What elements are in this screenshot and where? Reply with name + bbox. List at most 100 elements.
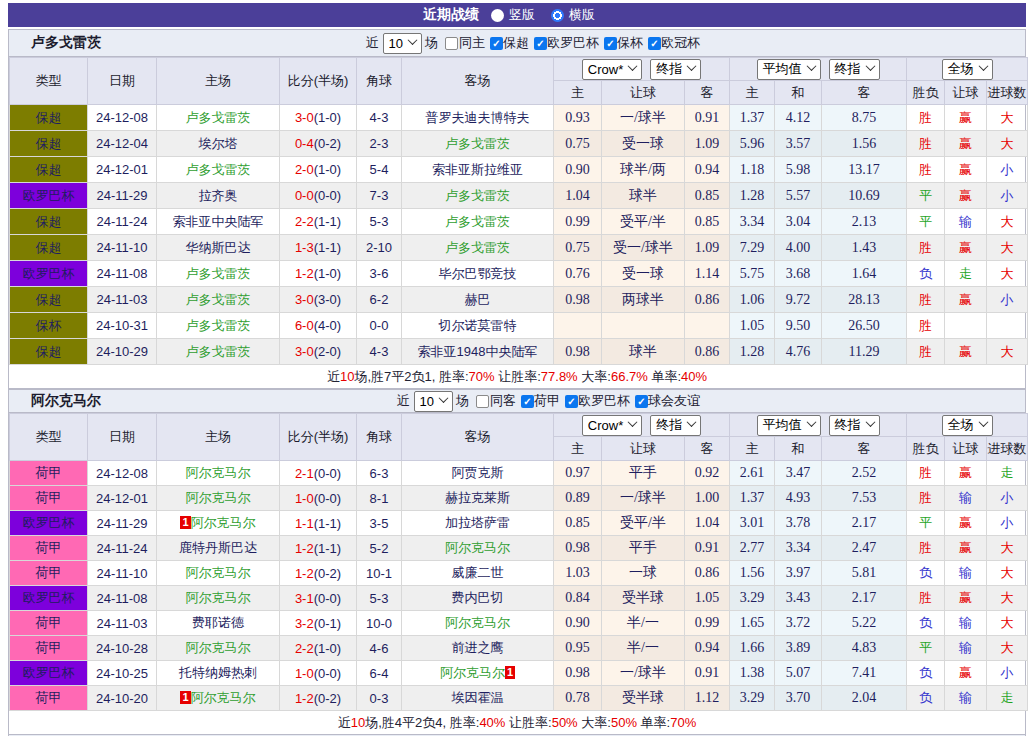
result-goals: 走: [987, 461, 1028, 486]
away-team[interactable]: 卢多戈雷茨: [402, 131, 554, 157]
home-team[interactable]: 1阿尔克马尔: [157, 686, 280, 711]
home-team[interactable]: 费耶诺德: [157, 611, 280, 636]
odds-away: 0.99: [685, 611, 730, 636]
league-checkbox[interactable]: ✓: [635, 395, 648, 408]
corner-score: 5-3: [357, 209, 402, 235]
odds-handicap: 一/球半: [602, 486, 685, 511]
away-team[interactable]: 前进之鹰: [402, 636, 554, 661]
col-odds-home: 主: [554, 437, 602, 461]
league-checkbox[interactable]: ✓: [490, 37, 503, 50]
col-type: 类型: [10, 414, 88, 461]
home-team[interactable]: 阿尔克马尔: [157, 561, 280, 586]
away-team[interactable]: 索非亚斯拉维亚: [402, 157, 554, 183]
avg-draw: 5.98: [775, 157, 822, 183]
section-header: 阿尔克马尔 近 10 场 同客✓荷甲✓欧罗巴杯✓球会友谊: [9, 390, 1025, 413]
home-team[interactable]: 索非亚中央陆军: [157, 209, 280, 235]
result-goals: 大: [987, 235, 1028, 261]
result-win-lose: 胜: [907, 536, 945, 561]
scope-select[interactable]: 全场: [942, 59, 993, 80]
same-venue-label: 同主: [459, 34, 485, 52]
league-checkbox-label: 荷甲: [534, 392, 560, 410]
company-select[interactable]: Crow*: [582, 59, 642, 80]
away-team[interactable]: 毕尔巴鄂竞技: [402, 261, 554, 287]
final-odds-select[interactable]: 终指: [650, 59, 701, 80]
home-team[interactable]: 阿尔克马尔: [157, 486, 280, 511]
league-checkbox-label: 欧冠杯: [661, 34, 700, 52]
league-checkbox[interactable]: ✓: [648, 37, 661, 50]
col-result-handicap: 让球: [945, 81, 987, 105]
league-checkbox[interactable]: ✓: [604, 37, 617, 50]
corner-score: 0-0: [357, 313, 402, 339]
chevron-down-icon: [408, 35, 418, 45]
home-team[interactable]: 1阿尔克马尔: [157, 511, 280, 536]
away-team[interactable]: 普罗夫迪夫博特夫: [402, 105, 554, 131]
home-team[interactable]: 卢多戈雷茨: [157, 313, 280, 339]
match-row: 荷甲 24-11-10 阿尔克马尔 1-2(0-2) 10-1 威廉二世 1.0…: [10, 561, 1028, 586]
league-badge: 欧罗巴杯: [10, 261, 88, 287]
avg-away: 7.41: [822, 661, 907, 686]
home-team[interactable]: 华纳斯巴达: [157, 235, 280, 261]
away-team[interactable]: 阿尔克马尔: [402, 536, 554, 561]
corner-score: 6-4: [357, 661, 402, 686]
radio-horizontal[interactable]: 横版: [551, 6, 595, 24]
league-checkbox[interactable]: ✓: [521, 395, 534, 408]
league-checkbox[interactable]: ✓: [534, 37, 547, 50]
home-team[interactable]: 卢多戈雷茨: [157, 287, 280, 313]
scope-select[interactable]: 全场: [942, 415, 993, 436]
odds-away: 1.09: [685, 235, 730, 261]
away-team[interactable]: 阿尔克马尔: [402, 611, 554, 636]
away-team[interactable]: 埃因霍温: [402, 686, 554, 711]
home-team[interactable]: 阿尔克马尔: [157, 461, 280, 486]
team-name[interactable]: 阿尔克马尔: [31, 392, 101, 410]
average-select[interactable]: 平均值: [757, 415, 821, 436]
same-venue-checkbox[interactable]: [476, 395, 489, 408]
away-team[interactable]: 阿贾克斯: [402, 461, 554, 486]
home-team[interactable]: 卢多戈雷茨: [157, 339, 280, 365]
odds-home: 0.98: [554, 287, 602, 313]
away-team[interactable]: 威廉二世: [402, 561, 554, 586]
team-name[interactable]: 卢多戈雷茨: [31, 34, 101, 52]
away-team[interactable]: 切尔诺莫雷特: [402, 313, 554, 339]
result-handicap: 赢: [945, 287, 987, 313]
same-venue-checkbox[interactable]: [445, 37, 458, 50]
away-team[interactable]: 卢多戈雷茨: [402, 235, 554, 261]
home-team[interactable]: 卢多戈雷茨: [157, 157, 280, 183]
home-team[interactable]: 卢多戈雷茨: [157, 261, 280, 287]
odds-home: 0.98: [554, 536, 602, 561]
result-handicap: 赢: [945, 661, 987, 686]
away-team[interactable]: 索非亚1948中央陆军: [402, 339, 554, 365]
league-checkbox[interactable]: ✓: [565, 395, 578, 408]
games-count-select[interactable]: 10: [414, 391, 453, 412]
col-result: 胜负: [907, 437, 945, 461]
away-team[interactable]: 加拉塔萨雷: [402, 511, 554, 536]
games-count-select[interactable]: 10: [383, 33, 422, 54]
league-badge: 保超: [10, 105, 88, 131]
home-team[interactable]: 鹿特丹斯巴达: [157, 536, 280, 561]
home-team[interactable]: 卢多戈雷茨: [157, 105, 280, 131]
radio-horizontal-icon[interactable]: [551, 9, 564, 22]
home-team[interactable]: 阿尔克马尔: [157, 586, 280, 611]
radio-vertical[interactable]: 竖版: [491, 6, 535, 24]
result-win-lose: 负: [907, 661, 945, 686]
summary-text: 70%: [469, 369, 495, 384]
league-badge: 保杯: [10, 313, 88, 339]
avg-home: 1.28: [730, 183, 775, 209]
away-team[interactable]: 卢多戈雷茨: [402, 209, 554, 235]
away-team[interactable]: 赫巴: [402, 287, 554, 313]
final-odds-select[interactable]: 终指: [650, 415, 701, 436]
away-team[interactable]: 费内巴切: [402, 586, 554, 611]
home-team[interactable]: 托特纳姆热刺: [157, 661, 280, 686]
average-select[interactable]: 平均值: [757, 59, 821, 80]
summary-text: 66.7%: [611, 369, 648, 384]
away-team[interactable]: 阿尔克马尔1: [402, 661, 554, 686]
final-odds-select[interactable]: 终指: [829, 59, 880, 80]
home-team[interactable]: 阿尔克马尔: [157, 636, 280, 661]
final-odds-select[interactable]: 终指: [829, 415, 880, 436]
company-select[interactable]: Crow*: [582, 415, 642, 436]
avg-draw: 5.57: [775, 183, 822, 209]
home-team[interactable]: 埃尔塔: [157, 131, 280, 157]
away-team[interactable]: 赫拉克莱斯: [402, 486, 554, 511]
radio-vertical-icon[interactable]: [491, 9, 504, 22]
away-team[interactable]: 卢多戈雷茨: [402, 183, 554, 209]
home-team[interactable]: 拉齐奥: [157, 183, 280, 209]
